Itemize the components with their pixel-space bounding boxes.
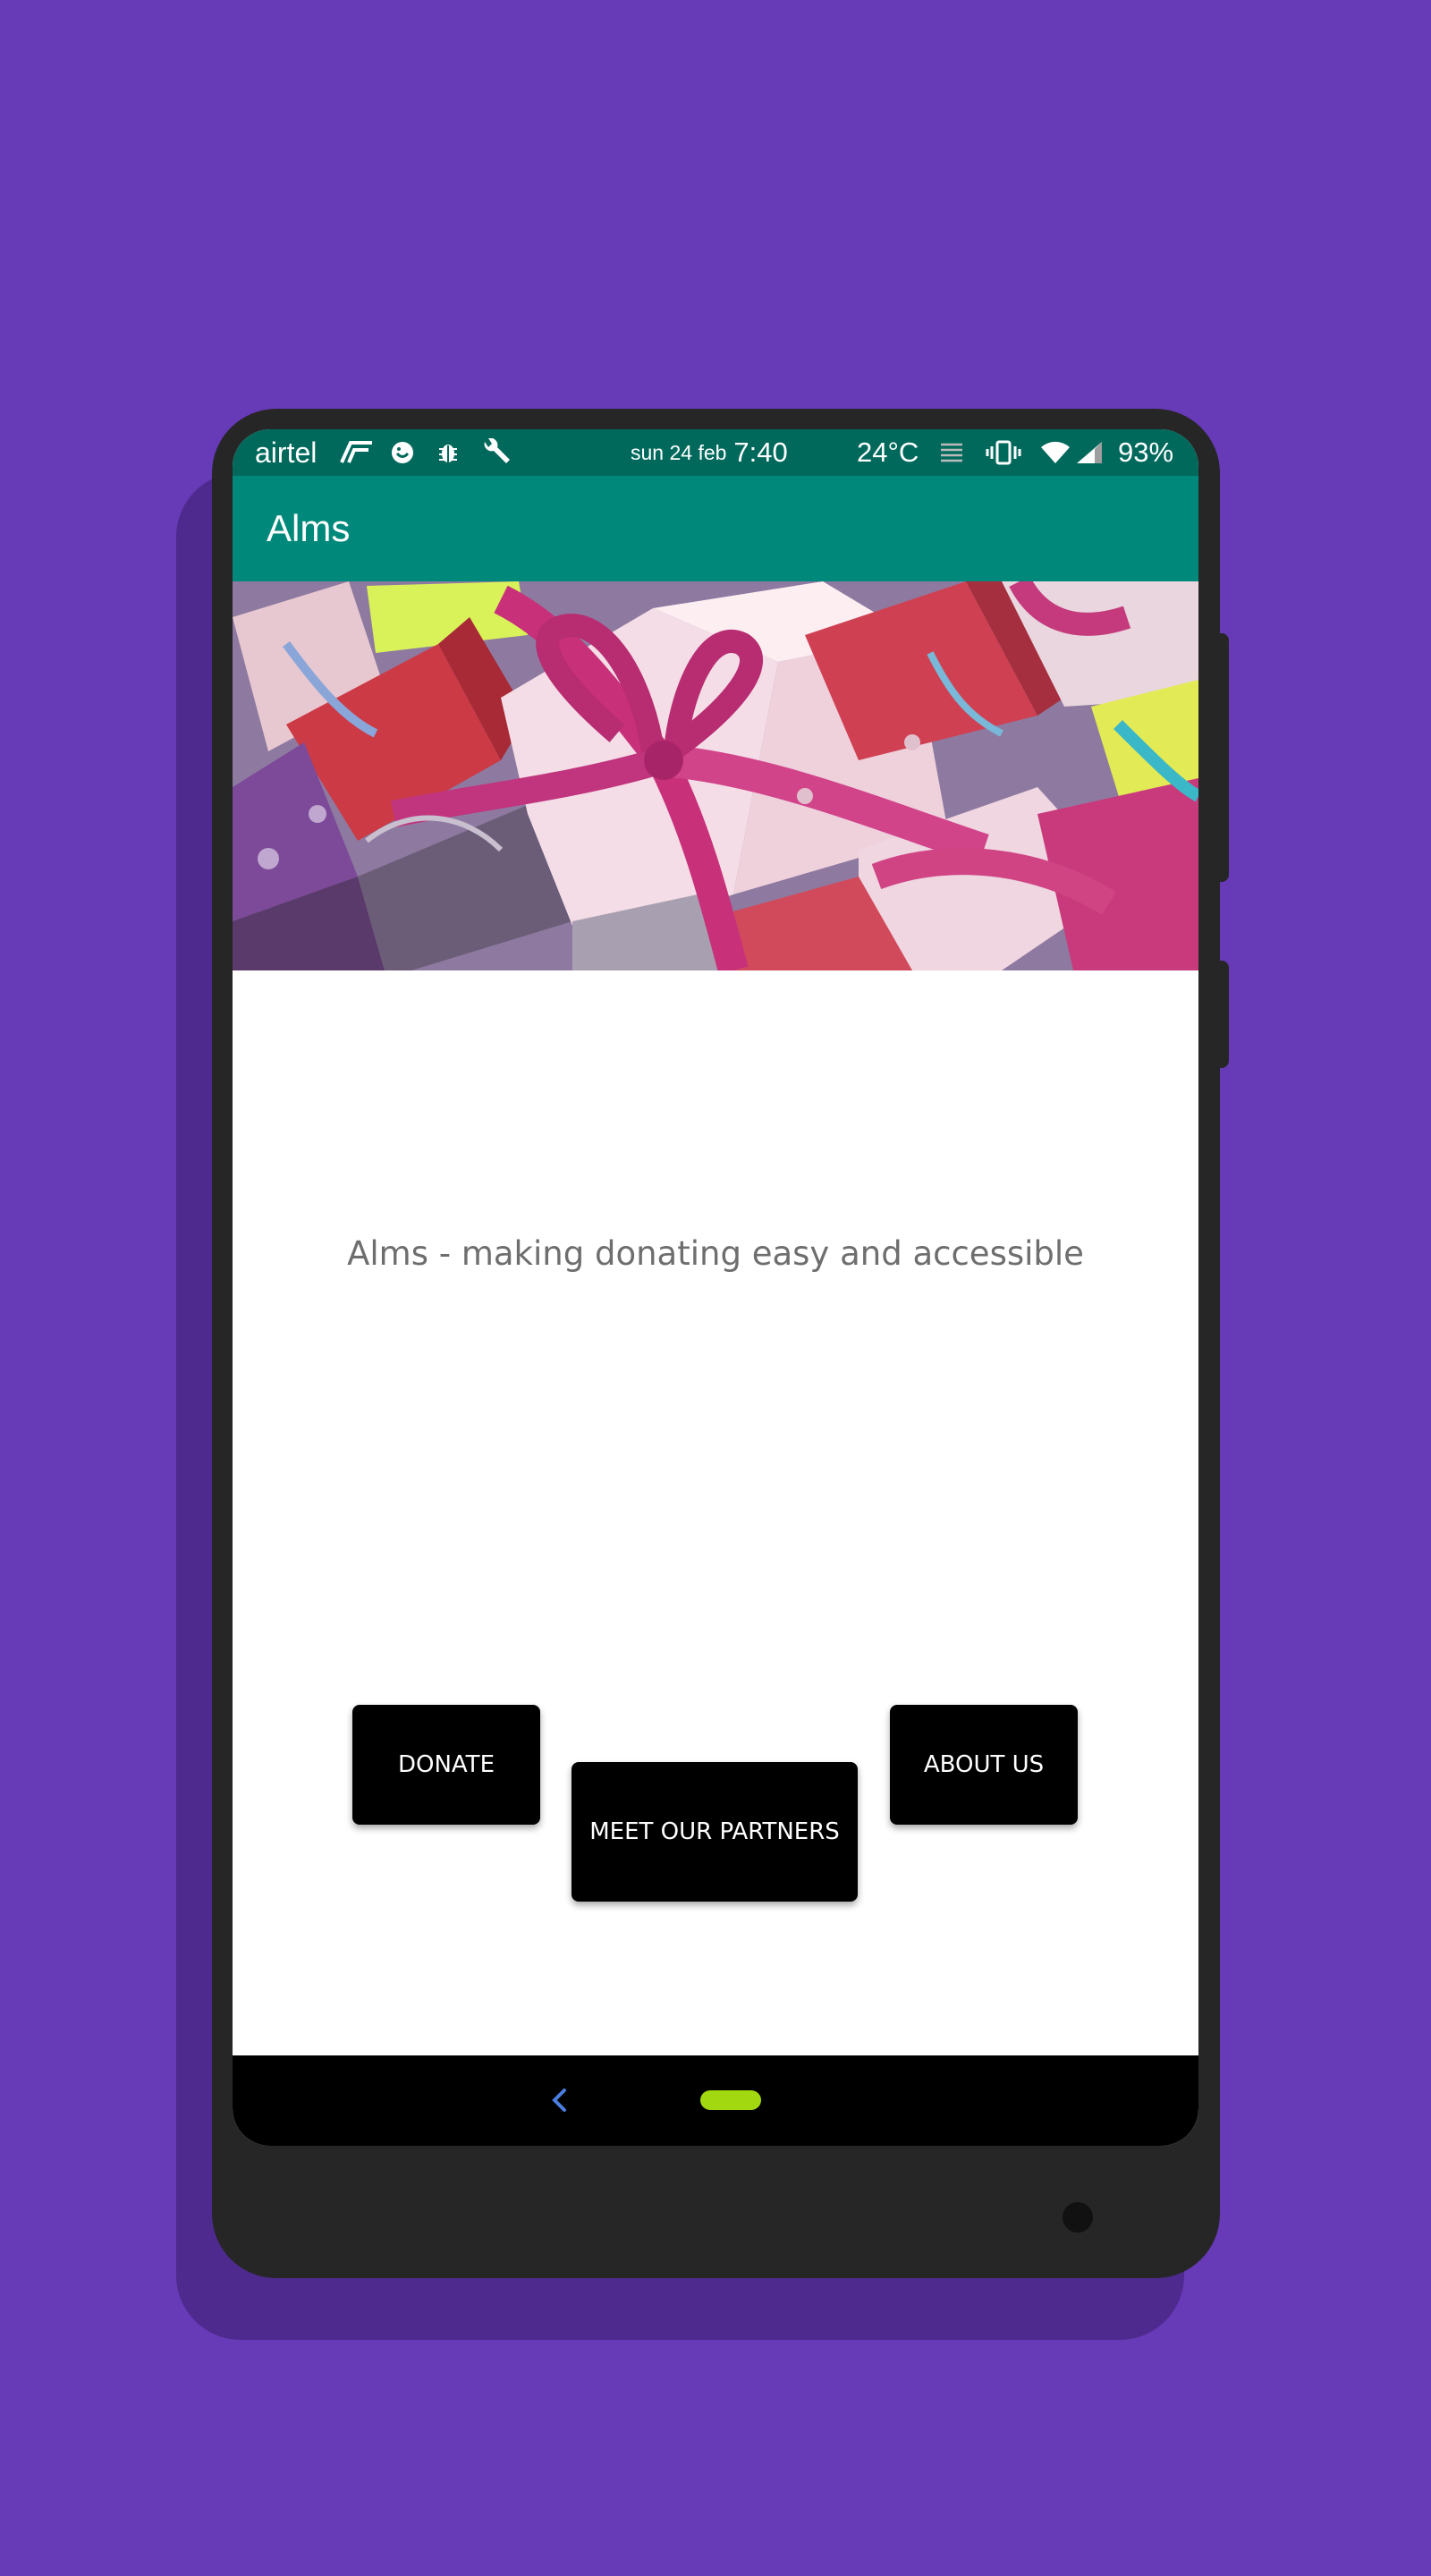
- face-icon: [390, 429, 415, 476]
- phone-screen: airtel sun 24 feb 7:40 24°C 93% Alms Alm…: [233, 429, 1198, 2146]
- donate-button[interactable]: DONATE: [352, 1705, 540, 1825]
- bug-icon: [437, 429, 459, 476]
- tagline: Alms - making donating easy and accessib…: [347, 1234, 1084, 1273]
- carrier-name: airtel: [255, 436, 318, 469]
- navigation-bar: [233, 2055, 1198, 2146]
- app-bar: Alms: [233, 476, 1198, 581]
- status-temperature: 24°C: [857, 436, 919, 468]
- app-title: Alms: [267, 507, 351, 549]
- about-us-button[interactable]: ABOUT US: [890, 1705, 1078, 1825]
- wifi-icon: [1039, 429, 1071, 476]
- back-icon[interactable]: [550, 2088, 568, 2116]
- home-pill-icon[interactable]: [700, 2090, 761, 2110]
- date-time: sun 24 feb 7:40: [631, 429, 788, 476]
- volume-button: [1215, 633, 1229, 882]
- status-date: sun 24 feb: [631, 440, 727, 464]
- power-button: [1215, 961, 1229, 1068]
- status-bar: airtel sun 24 feb 7:40 24°C 93%: [233, 429, 1198, 476]
- status-time: 7:40: [733, 436, 788, 468]
- signal-icon: [1075, 429, 1104, 476]
- hero-image: [233, 581, 1198, 970]
- vibrate-icon: [986, 429, 1021, 476]
- notes-icon: [939, 429, 964, 476]
- front-camera: [1063, 2202, 1093, 2233]
- wrench-icon: [479, 429, 512, 476]
- fast-connection-icon: [338, 429, 374, 476]
- battery-level: 93%: [1118, 436, 1174, 468]
- meet-our-partners-button[interactable]: MEET OUR PARTNERS: [572, 1762, 858, 1902]
